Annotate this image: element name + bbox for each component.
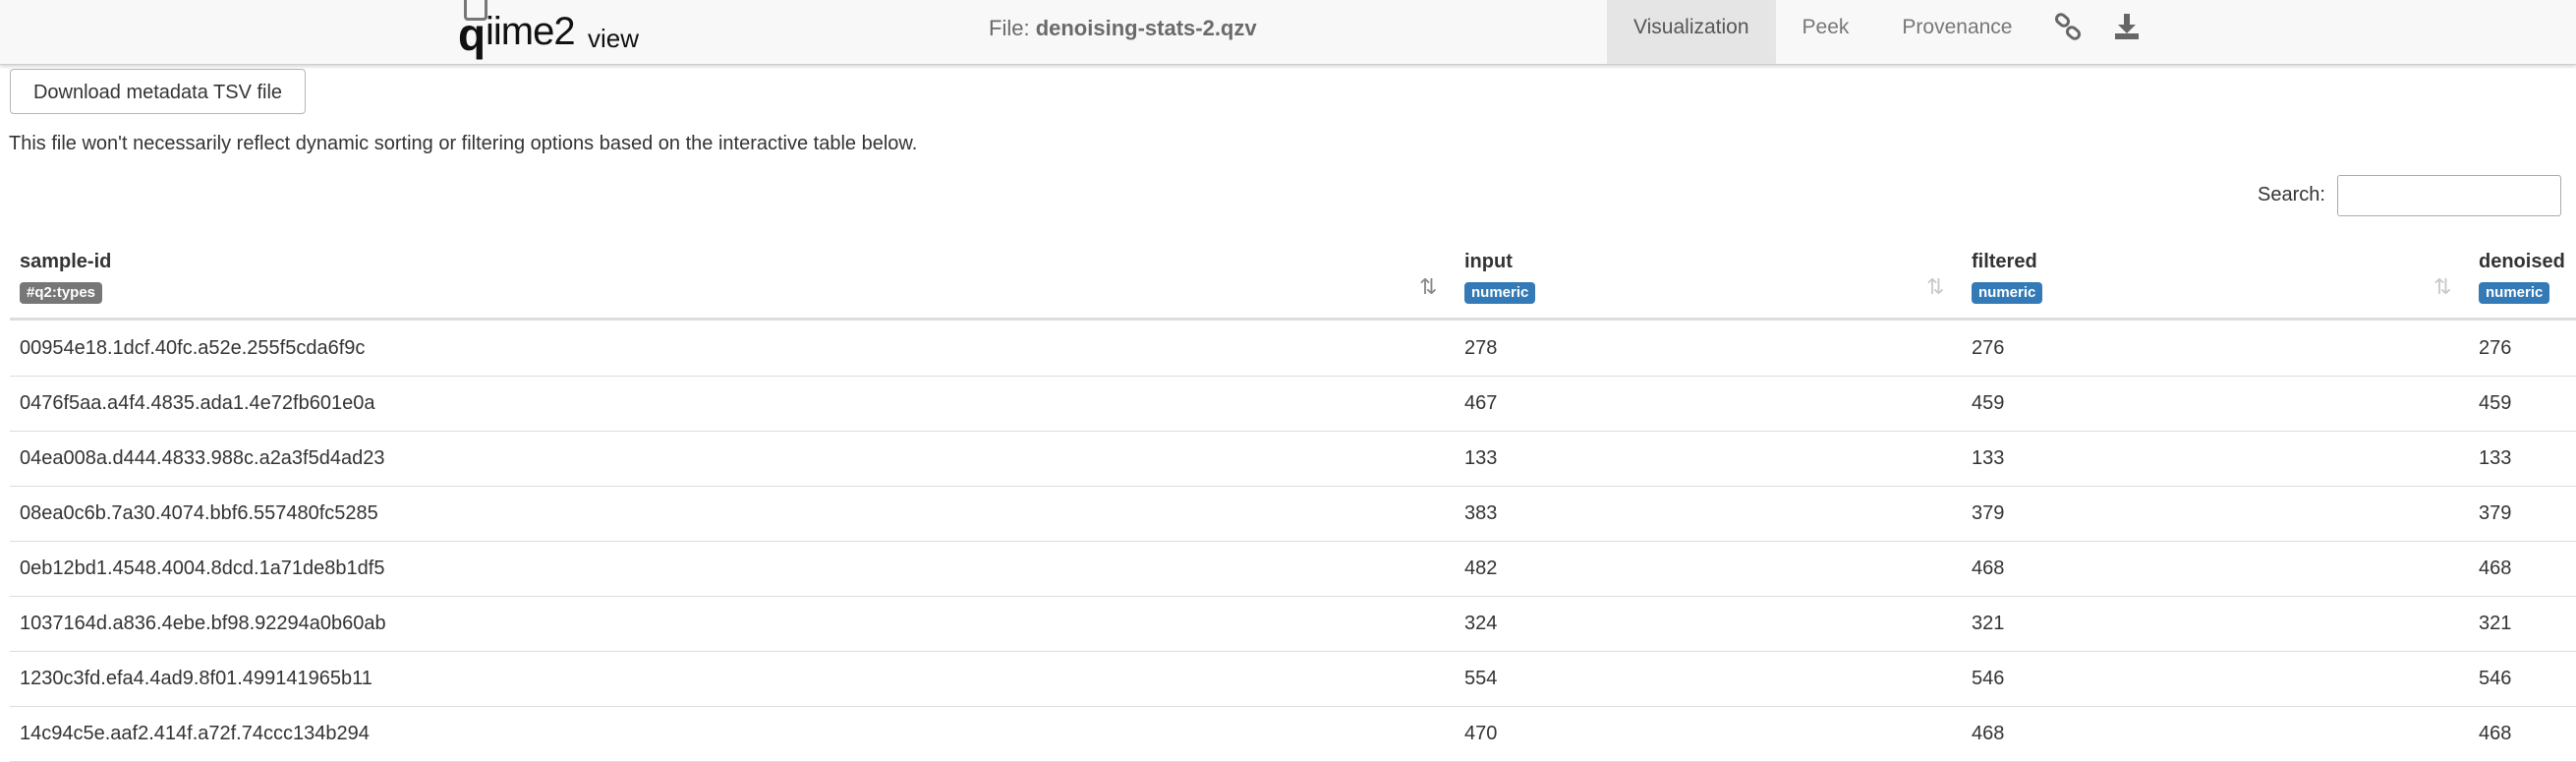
cell-filtered: 468 [1972, 723, 2005, 744]
cell-input: 470 [1464, 723, 1498, 744]
cell-denoised: 276 [2479, 337, 2512, 359]
cell-sample-id: 0476f5aa.a4f4.4835.ada1.4e72fb601e0a [20, 392, 375, 414]
cell-input: 554 [1464, 668, 1498, 689]
cell-denoised: 468 [2479, 557, 2512, 579]
cell-input: 482 [1464, 557, 1498, 579]
cell-input: 467 [1464, 392, 1498, 414]
cell-filtered: 546 [1972, 668, 2005, 689]
table-row: 08ea0c6b.7a30.4074.bbf6.557480fc5285 383… [10, 487, 2576, 542]
table-row: 14c94c5e.aaf2.414f.a72f.74ccc134b294 470… [10, 707, 2576, 762]
sort-ascending-icon[interactable]: ⇅ [1419, 276, 1437, 298]
type-badge: #q2:types [20, 282, 103, 304]
file-label: File: [989, 16, 1030, 40]
cell-filtered: 459 [1972, 392, 2005, 414]
download-metadata-tsv-button[interactable]: Download metadata TSV file [10, 69, 306, 114]
table-row: 0eb12bd1.4548.4004.8dcd.1a71de8b1df5 482… [10, 542, 2576, 597]
type-badge: numeric [1464, 282, 1536, 304]
cell-sample-id: 14c94c5e.aaf2.414f.a72f.74ccc134b294 [20, 723, 370, 744]
cell-input: 383 [1464, 502, 1498, 524]
cell-denoised: 133 [2479, 447, 2512, 469]
cell-filtered: 321 [1972, 613, 2005, 634]
cell-denoised: 468 [2479, 723, 2512, 744]
cell-sample-id: 08ea0c6b.7a30.4074.bbf6.557480fc5285 [20, 502, 378, 524]
cell-filtered: 468 [1972, 557, 2005, 579]
cell-sample-id: 1037164d.a836.4ebe.bf98.92294a0b60ab [20, 613, 386, 634]
column-title: sample-id [20, 251, 112, 272]
sort-icon[interactable]: ⇅ [2433, 276, 2451, 298]
table-row: 00954e18.1dcf.40fc.a52e.255f5cda6f9c 278… [10, 322, 2576, 377]
search-label: Search: [2258, 184, 2325, 205]
qiime2-view-logo[interactable]: q iime2 view [454, 0, 651, 59]
cell-input: 133 [1464, 447, 1498, 469]
cell-denoised: 459 [2479, 392, 2512, 414]
sort-icon[interactable]: ⇅ [1926, 276, 1944, 298]
cell-input: 278 [1464, 337, 1498, 359]
column-title: filtered [1972, 251, 2037, 272]
table-row: 0476f5aa.a4f4.4835.ada1.4e72fb601e0a 467… [10, 377, 2576, 432]
cell-input: 324 [1464, 613, 1498, 634]
nav-tabs: Visualization Peek Provenance [1607, 0, 2156, 64]
search-input[interactable] [2337, 175, 2561, 216]
cell-sample-id: 04ea008a.d444.4833.988c.a2a3f5d4ad23 [20, 447, 385, 469]
type-badge: numeric [2479, 282, 2550, 304]
cell-denoised: 546 [2479, 668, 2512, 689]
cell-filtered: 276 [1972, 337, 2005, 359]
download-note: This file won't necessarily reflect dyna… [9, 133, 918, 154]
table-row: 1230c3fd.efa4.4ad9.8f01.499141965b11 554… [10, 652, 2576, 707]
tab-peek[interactable]: Peek [1776, 0, 1876, 64]
cell-sample-id: 00954e18.1dcf.40fc.a52e.255f5cda6f9c [20, 337, 366, 359]
table-row: 04ea008a.d444.4833.988c.a2a3f5d4ad23 133… [10, 432, 2576, 487]
type-badge: numeric [1972, 282, 2043, 304]
cell-denoised: 379 [2479, 502, 2512, 524]
header-divider [10, 318, 2576, 321]
cell-denoised: 321 [2479, 613, 2512, 634]
column-title: denoised [2479, 251, 2565, 272]
download-icon[interactable] [2097, 0, 2156, 58]
cell-filtered: 133 [1972, 447, 2005, 469]
table-row: 1037164d.a836.4ebe.bf98.92294a0b60ab 324… [10, 597, 2576, 652]
tab-visualization[interactable]: Visualization [1607, 0, 1776, 64]
link-icon[interactable] [2038, 0, 2097, 58]
cell-sample-id: 0eb12bd1.4548.4004.8dcd.1a71de8b1df5 [20, 557, 385, 579]
tab-provenance[interactable]: Provenance [1875, 0, 2038, 64]
file-name: denoising-stats-2.qzv [1035, 16, 1257, 40]
top-navbar: q iime2 view File: denoising-stats-2.qzv… [0, 0, 2576, 65]
cell-filtered: 379 [1972, 502, 2005, 524]
column-title: input [1464, 251, 1513, 272]
file-title: File: denoising-stats-2.qzv [989, 16, 1257, 41]
cell-sample-id: 1230c3fd.efa4.4ad9.8f01.499141965b11 [20, 668, 372, 689]
